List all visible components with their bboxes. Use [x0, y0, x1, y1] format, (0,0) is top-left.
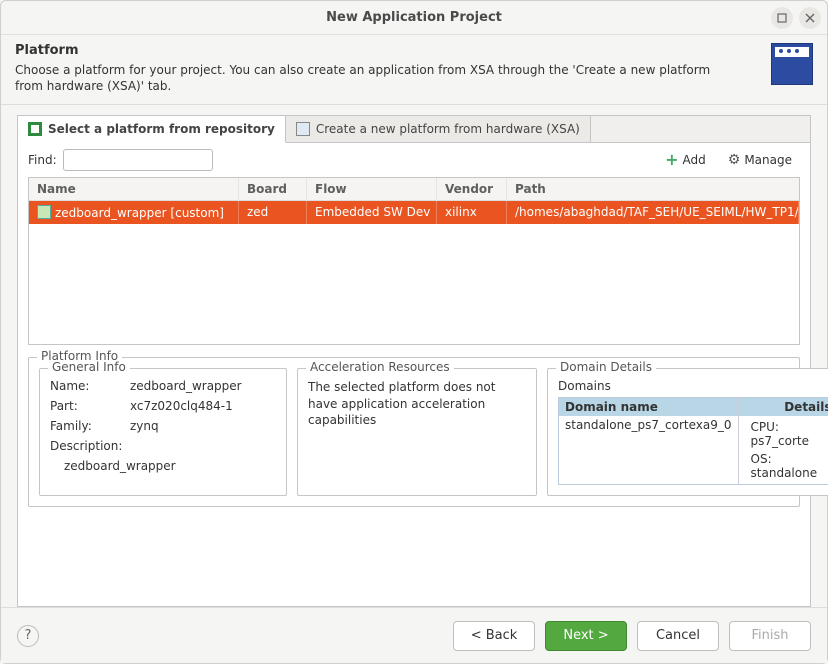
titlebar-buttons [771, 7, 821, 29]
col-path[interactable]: Path [507, 178, 799, 200]
acceleration-legend: Acceleration Resources [306, 360, 454, 374]
col-flow[interactable]: Flow [307, 178, 437, 200]
description-key: Description: [50, 439, 120, 453]
add-label: Add [683, 153, 706, 167]
acceleration-group: Acceleration Resources The selected plat… [297, 368, 537, 496]
back-label: < Back [471, 628, 518, 643]
close-icon [805, 13, 815, 23]
table-row[interactable]: zedboard_wrapper [custom] zed Embedded S… [29, 201, 799, 224]
col-board[interactable]: Board [239, 178, 307, 200]
general-info-group: General Info Name:zedboard_wrapper Part:… [39, 368, 287, 496]
finish-button: Finish [729, 621, 811, 651]
close-button[interactable] [799, 7, 821, 29]
part-key: Part: [50, 399, 120, 413]
table-header: Name Board Flow Vendor Path [29, 178, 799, 201]
wizard-header-text: Platform Choose a platform for your proj… [15, 43, 763, 94]
col-vendor[interactable]: Vendor [437, 178, 507, 200]
family-value: zynq [130, 419, 159, 433]
part-value: xc7z020clq484-1 [130, 399, 233, 413]
domain-col-name: Domain name [559, 398, 738, 416]
help-button[interactable]: ? [17, 625, 39, 647]
cancel-button[interactable]: Cancel [637, 621, 719, 651]
manage-label: Manage [744, 153, 792, 167]
domain-col-details: Details [738, 398, 828, 416]
add-button[interactable]: + Add [657, 150, 714, 170]
platform-info-columns: General Info Name:zedboard_wrapper Part:… [39, 368, 789, 496]
cancel-label: Cancel [656, 628, 700, 643]
tab-repository[interactable]: Select a platform from repository [18, 116, 286, 143]
cell-name-text: zedboard_wrapper [custom] [55, 206, 224, 220]
back-button[interactable]: < Back [453, 621, 535, 651]
footer: ? < Back Next > Cancel Finish [1, 607, 827, 663]
dialog-window: New Application Project Platform Choose … [0, 0, 828, 664]
next-label: Next > [563, 628, 608, 643]
gear-icon: ⚙ [728, 152, 741, 168]
cell-vendor: xilinx [437, 201, 507, 224]
platform-icon [37, 205, 51, 219]
domain-details-legend: Domain Details [556, 360, 656, 374]
acceleration-text: The selected platform does not have appl… [308, 379, 526, 428]
tabs-container: Select a platform from repository Create… [17, 115, 811, 607]
platform-info-group: Platform Info General Info Name:zedboard… [28, 357, 800, 507]
name-value: zedboard_wrapper [130, 379, 242, 393]
domain-row-details: CPU: ps7_corte OS: standalone [738, 416, 828, 484]
cell-flow: Embedded SW Dev [307, 201, 437, 224]
hardware-icon [296, 122, 310, 136]
domain-row-name: standalone_ps7_cortexa9_0 [559, 416, 738, 484]
tab-hardware-label: Create a new platform from hardware (XSA… [316, 122, 580, 136]
domains-label: Domains [558, 379, 828, 393]
domain-row[interactable]: standalone_ps7_cortexa9_0 CPU: ps7_corte… [559, 416, 828, 484]
name-key: Name: [50, 379, 120, 393]
domain-details-group: Domain Details Domains Domain name Detai… [547, 368, 828, 496]
description-value: zedboard_wrapper [50, 459, 276, 473]
repository-icon [28, 122, 42, 136]
general-info-legend: General Info [48, 360, 130, 374]
cell-board: zed [239, 201, 307, 224]
help-icon: ? [25, 628, 32, 643]
domain-os: OS: standalone [745, 450, 828, 482]
domains-table: Domain name Details standalone_ps7_corte… [558, 397, 828, 485]
page-description: Choose a platform for your project. You … [15, 62, 715, 94]
domains-table-header: Domain name Details [559, 398, 828, 416]
tab-repository-label: Select a platform from repository [48, 122, 275, 136]
cell-name: zedboard_wrapper [custom] [29, 201, 239, 224]
banner-icon [771, 43, 813, 85]
page-title: Platform [15, 43, 763, 58]
find-label: Find: [28, 153, 57, 167]
toolbar: Find: + Add ⚙ Manage [18, 143, 810, 177]
tabbar: Select a platform from repository Create… [18, 116, 810, 143]
domain-cpu: CPU: ps7_corte [745, 418, 828, 450]
minimize-icon [777, 13, 787, 23]
table-body: zedboard_wrapper [custom] zed Embedded S… [29, 201, 799, 344]
manage-button[interactable]: ⚙ Manage [720, 150, 800, 170]
next-button[interactable]: Next > [545, 621, 627, 651]
window-title: New Application Project [326, 10, 502, 25]
col-name[interactable]: Name [29, 178, 239, 200]
cell-path: /homes/abaghdad/TAF_SEH/UE_SEIML/HW_TP1/… [507, 201, 799, 224]
platform-table: Name Board Flow Vendor Path zedboard_wra… [28, 177, 800, 345]
titlebar: New Application Project [1, 1, 827, 35]
family-key: Family: [50, 419, 120, 433]
wizard-header: Platform Choose a platform for your proj… [1, 35, 827, 105]
find-input[interactable] [63, 149, 213, 171]
content-area: Select a platform from repository Create… [1, 105, 827, 607]
plus-icon: + [665, 152, 678, 168]
finish-label: Finish [751, 628, 788, 643]
tab-hardware-xsa[interactable]: Create a new platform from hardware (XSA… [286, 116, 591, 142]
minimize-button[interactable] [771, 7, 793, 29]
